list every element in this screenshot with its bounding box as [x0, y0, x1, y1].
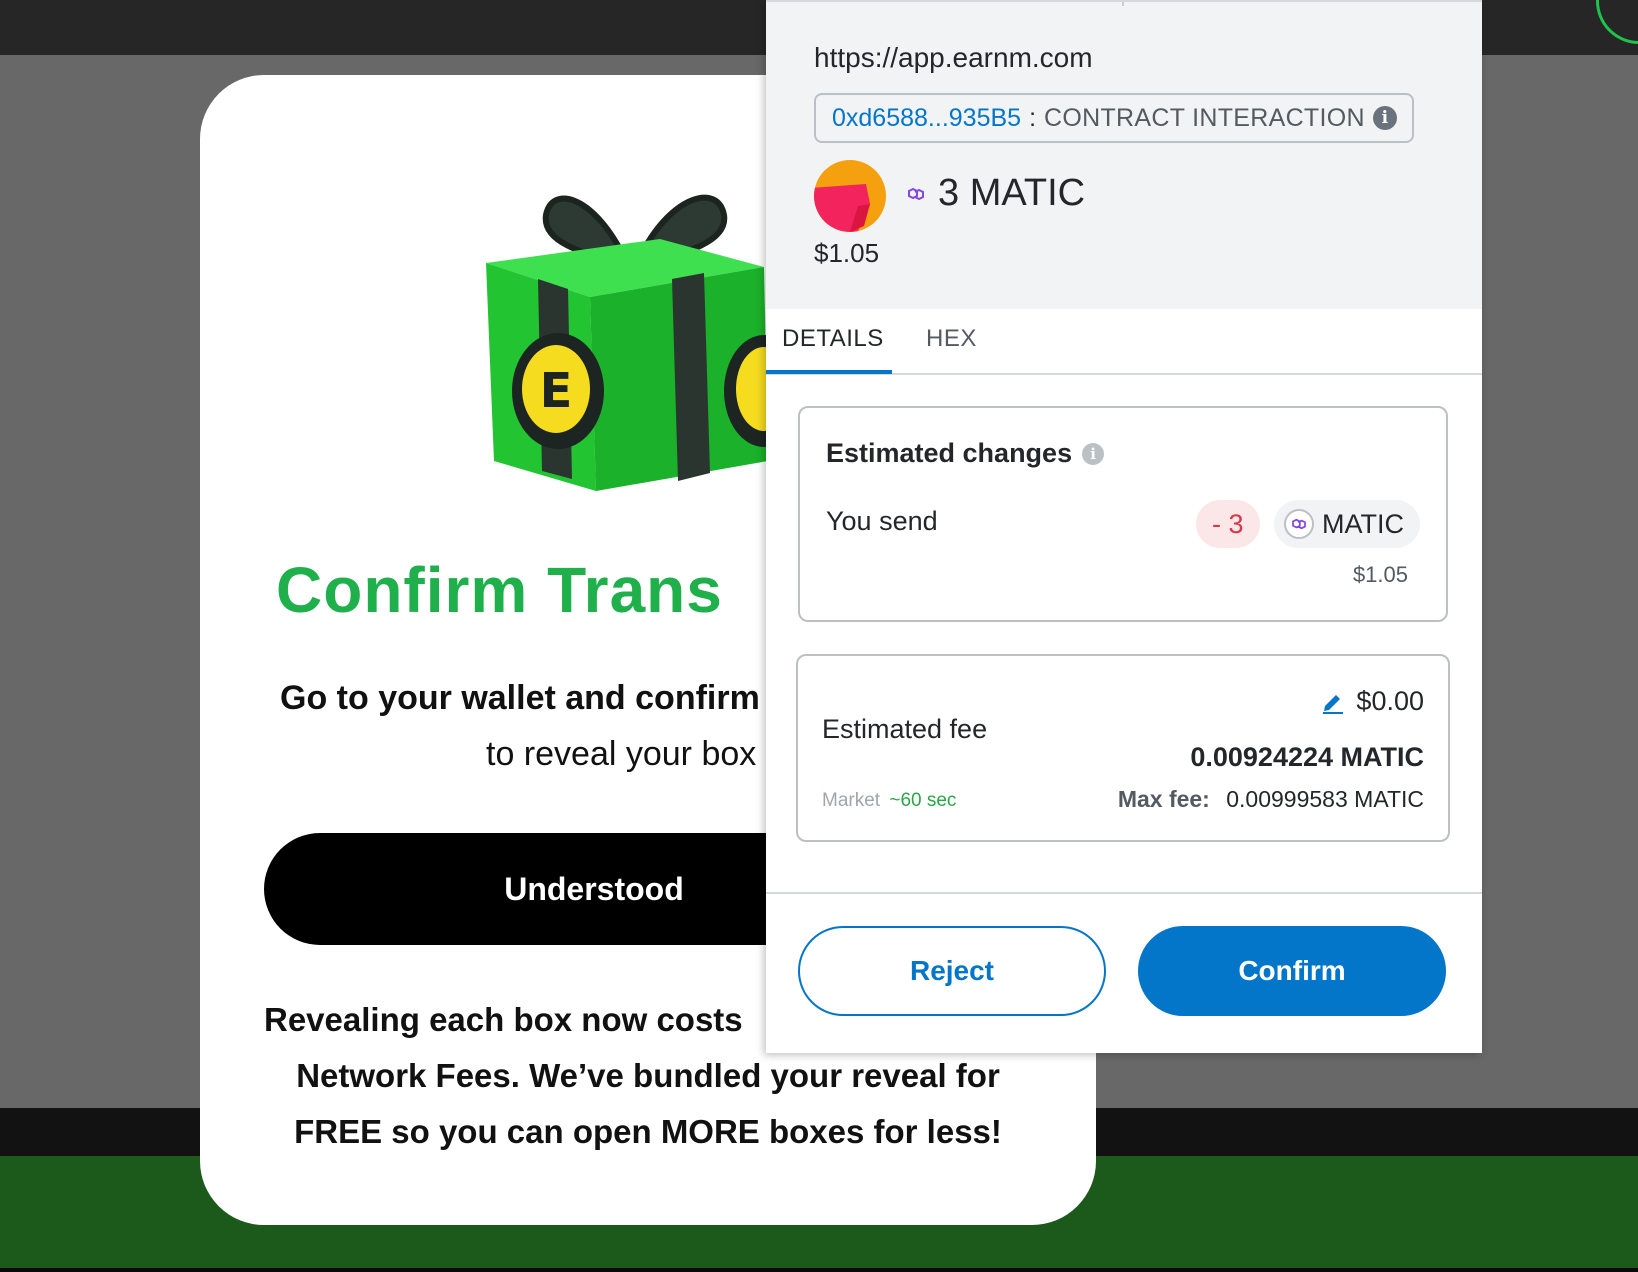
transaction-amount: 3 MATIC — [938, 172, 1086, 214]
header-divider — [1122, 2, 1124, 6]
estimated-fee-label: Estimated fee — [822, 714, 988, 744]
max-fee-label: Max fee: — [1117, 786, 1210, 812]
fee-native-value: 0.00924224 MATIC — [1190, 742, 1424, 772]
modal-subtitle-line2: to reveal your box — [486, 735, 757, 773]
contract-separator: : — [1029, 103, 1037, 132]
active-tab-indicator — [766, 370, 892, 374]
tab-bar: DETAILS HEX — [766, 307, 1482, 375]
estimated-changes-heading: Estimated changes i — [826, 438, 1105, 469]
polygon-icon — [908, 187, 924, 200]
modal-title: Confirm Trans — [276, 554, 723, 626]
bottom-edge — [0, 1268, 1638, 1272]
tab-hex[interactable]: HEX — [926, 325, 977, 353]
info-icon[interactable]: i — [1082, 442, 1105, 465]
estimated-fee-card: Estimated fee $0.00 0.00924224 MATIC Mar… — [796, 654, 1450, 842]
estimated-changes-card: Estimated changes i You send - 3 MATIC $… — [798, 406, 1448, 622]
fee-speed: Market ~60 sec — [822, 790, 956, 812]
footer-divider — [766, 892, 1482, 894]
profile-ring-icon[interactable] — [1596, 0, 1638, 44]
modal-info-line2: Network Fees. We’ve bundled your reveal … — [296, 1057, 1000, 1094]
wallet-header: https://app.earnm.com 0xd6588...935B5 : … — [766, 0, 1482, 309]
estimated-changes-title: Estimated changes — [826, 438, 1073, 468]
modal-subtitle-line1: Go to your wallet and confirm — [280, 679, 760, 717]
send-delta-badge: - 3 — [1196, 500, 1260, 548]
site-origin: https://app.earnm.com — [814, 42, 1093, 73]
contract-interaction-pill[interactable]: 0xd6588...935B5 : CONTRACT INTERACTION i — [814, 93, 1414, 143]
transaction-fiat-amount: $1.05 — [814, 238, 880, 268]
svg-text:E: E — [540, 363, 573, 419]
contract-type: CONTRACT INTERACTION — [1044, 103, 1365, 132]
polygon-icon — [1284, 509, 1314, 539]
max-fee-value: 0.00999583 MATIC — [1226, 786, 1424, 812]
tab-details[interactable]: DETAILS — [782, 325, 884, 353]
reject-button[interactable]: Reject — [798, 926, 1106, 1016]
account-avatar-icon — [814, 160, 886, 232]
confirm-button[interactable]: Confirm — [1138, 926, 1446, 1016]
token-symbol: MATIC — [1322, 508, 1404, 539]
modal-info-line1: Revealing each box now costs — [264, 1001, 743, 1038]
max-fee-row: Max fee: 0.00999583 MATIC — [1118, 786, 1424, 813]
token-pill: MATIC — [1274, 500, 1420, 548]
fee-usd-row: $0.00 — [1320, 686, 1424, 717]
gift-box-icon: E — [486, 194, 792, 491]
edit-pencil-icon[interactable] — [1320, 689, 1346, 715]
you-send-label: You send — [826, 506, 938, 536]
fee-speed-time: ~60 sec — [889, 790, 957, 811]
modal-info-line3: FREE so you can open MORE boxes for less… — [294, 1113, 1002, 1150]
send-fiat-value: $1.05 — [1352, 562, 1408, 587]
info-icon[interactable]: i — [1372, 106, 1397, 130]
wallet-confirmation-popup: https://app.earnm.com 0xd6588...935B5 : … — [766, 0, 1482, 1053]
fee-speed-label: Market — [822, 790, 881, 811]
fee-usd-value: $0.00 — [1356, 686, 1424, 716]
amount-row: 3 MATIC — [906, 172, 1085, 215]
contract-address[interactable]: 0xd6588...935B5 — [832, 104, 1021, 133]
